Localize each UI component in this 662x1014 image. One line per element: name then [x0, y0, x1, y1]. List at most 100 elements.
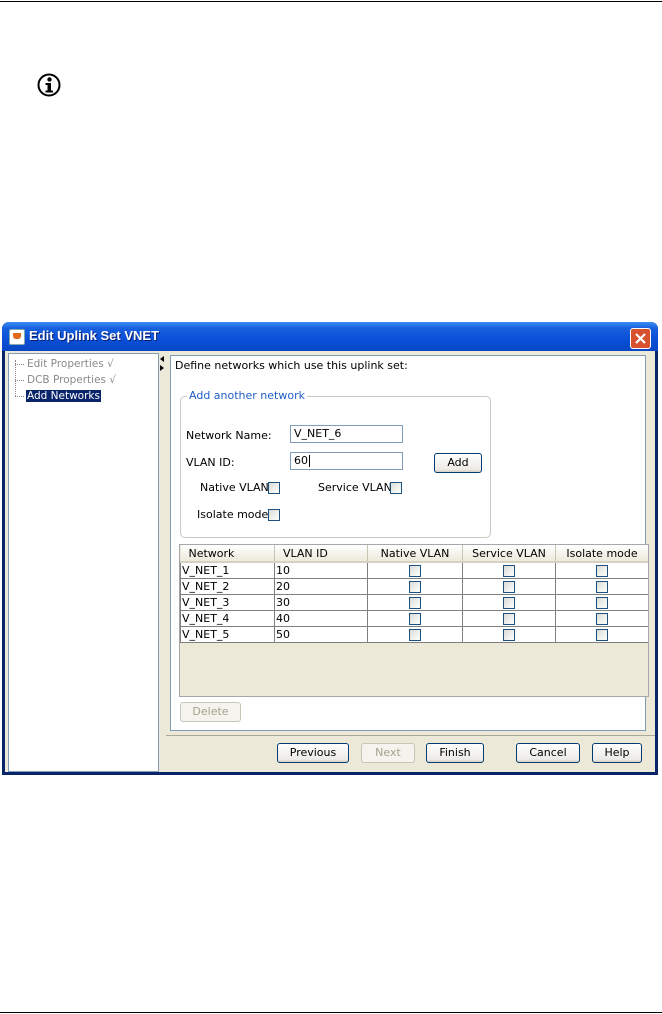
previous-button[interactable]: Previous	[277, 743, 349, 763]
nav-item-label: Add Networks	[26, 390, 101, 402]
isolate-mode-row-checkbox[interactable]	[596, 581, 608, 593]
column-header-isolate-mode[interactable]: Isolate mode	[555, 545, 648, 563]
isolate-mode-row-checkbox[interactable]	[596, 565, 608, 577]
service-vlan-row-checkbox[interactable]	[503, 629, 515, 641]
network-cell[interactable]: V_NET_2	[180, 578, 275, 595]
isolate-mode-row-checkbox[interactable]	[596, 613, 608, 625]
isolate-mode-cell[interactable]	[555, 626, 648, 643]
add-network-group: Add another network Network Name: V_NET_…	[180, 389, 491, 538]
network-cell[interactable]: V_NET_4	[180, 610, 275, 627]
table-row[interactable]: V_NET_3 30	[180, 594, 648, 611]
network-name-value: V_NET_6	[294, 427, 342, 440]
isolate-mode-cell[interactable]	[555, 561, 648, 579]
table-row[interactable]: V_NET_5 50	[180, 626, 648, 643]
native-vlan-checkbox[interactable]	[268, 482, 280, 494]
column-header-vlan-id[interactable]: VLAN ID	[274, 545, 368, 563]
help-button-label: Help	[604, 746, 630, 759]
native-vlan-cell[interactable]	[367, 626, 463, 643]
vlan-id-input[interactable]: 60	[290, 452, 403, 470]
add-button[interactable]: Add	[434, 453, 482, 473]
splitter-arrows-icon[interactable]	[160, 354, 164, 374]
isolate-mode-cell[interactable]	[555, 594, 648, 611]
help-button[interactable]: Help	[592, 743, 642, 763]
isolate-mode-label: Isolate mode:	[197, 508, 272, 521]
page-bottom-rule	[0, 1012, 662, 1013]
native-vlan-cell[interactable]	[367, 578, 463, 595]
table-header-row: Network VLAN ID Native VLAN Service VLAN…	[180, 545, 648, 563]
network-name-label: Network Name:	[186, 429, 272, 442]
service-vlan-label: Service VLAN:	[318, 481, 396, 494]
nav-item-add-networks[interactable]: Add Networks	[15, 390, 101, 404]
service-vlan-row-checkbox[interactable]	[503, 597, 515, 609]
group-title: Add another network	[187, 389, 307, 402]
service-vlan-cell[interactable]	[462, 610, 556, 627]
networks-table: Network VLAN ID Native VLAN Service VLAN…	[179, 544, 649, 697]
native-vlan-row-checkbox[interactable]	[409, 565, 421, 577]
service-vlan-row-checkbox[interactable]	[503, 581, 515, 593]
isolate-mode-checkbox[interactable]	[268, 509, 280, 521]
previous-button-label: Previous	[289, 746, 337, 759]
service-vlan-cell[interactable]	[462, 594, 556, 611]
add-button-label: Add	[447, 456, 469, 469]
dialog-body: Edit Properties √ DCB Properties √ Add N…	[5, 351, 655, 772]
nav-tree: Edit Properties √ DCB Properties √ Add N…	[8, 353, 159, 772]
button-bar-divider	[166, 735, 655, 736]
next-button-label: Next	[375, 746, 401, 759]
isolate-mode-cell[interactable]	[555, 578, 648, 595]
isolate-mode-row-checkbox[interactable]	[596, 629, 608, 641]
native-vlan-cell[interactable]	[367, 610, 463, 627]
text-caret	[309, 455, 310, 467]
service-vlan-row-checkbox[interactable]	[503, 613, 515, 625]
vlan-id-cell[interactable]: 40	[274, 610, 368, 627]
native-vlan-label: Native VLAN:	[200, 481, 273, 494]
column-header-native-vlan[interactable]: Native VLAN	[367, 545, 463, 563]
native-vlan-row-checkbox[interactable]	[409, 581, 421, 593]
close-icon	[635, 333, 646, 344]
vlan-id-label: VLAN ID:	[186, 456, 235, 469]
native-vlan-row-checkbox[interactable]	[409, 597, 421, 609]
service-vlan-cell[interactable]	[462, 578, 556, 595]
native-vlan-cell[interactable]	[367, 594, 463, 611]
table-row[interactable]: V_NET_4 40	[180, 610, 648, 627]
network-cell[interactable]: V_NET_3	[180, 594, 275, 611]
network-cell[interactable]: V_NET_1	[180, 561, 275, 579]
panel-heading: Define networks which use this uplink se…	[175, 359, 408, 372]
vlan-id-cell[interactable]: 10	[274, 561, 368, 579]
table-row[interactable]: V_NET_2 20	[180, 578, 648, 595]
isolate-mode-row-checkbox[interactable]	[596, 597, 608, 609]
nav-item-dcb-properties[interactable]: DCB Properties √	[15, 374, 117, 388]
page-top-rule	[0, 1, 662, 2]
nav-item-label: Edit Properties √	[27, 358, 114, 370]
title-bar[interactable]: Edit Uplink Set VNET	[2, 322, 658, 351]
delete-button-label: Delete	[192, 705, 229, 718]
service-vlan-row-checkbox[interactable]	[503, 565, 515, 577]
dialog-window: Edit Uplink Set VNET Edit Properties √ D…	[2, 322, 658, 775]
service-vlan-cell[interactable]	[462, 561, 556, 579]
native-vlan-row-checkbox[interactable]	[409, 613, 421, 625]
native-vlan-row-checkbox[interactable]	[409, 629, 421, 641]
next-button[interactable]: Next	[361, 743, 415, 763]
vlan-id-cell[interactable]: 20	[274, 578, 368, 595]
table-row[interactable]: V_NET_1 10	[180, 561, 648, 579]
close-button[interactable]	[630, 328, 651, 349]
content-panel: Define networks which use this uplink se…	[170, 355, 649, 731]
column-header-network[interactable]: Network	[180, 545, 275, 563]
service-vlan-checkbox[interactable]	[390, 482, 402, 494]
native-vlan-cell[interactable]	[367, 561, 463, 579]
network-name-input[interactable]: V_NET_6	[290, 425, 403, 443]
java-app-icon	[9, 329, 25, 345]
vlan-id-value: 60	[294, 454, 308, 467]
cancel-button[interactable]: Cancel	[516, 743, 580, 763]
finish-button-label: Finish	[439, 746, 471, 759]
delete-button[interactable]: Delete	[180, 702, 241, 722]
nav-item-edit-properties[interactable]: Edit Properties √	[15, 358, 115, 372]
network-cell[interactable]: V_NET_5	[180, 626, 275, 643]
nav-item-label: DCB Properties √	[27, 374, 117, 386]
column-header-service-vlan[interactable]: Service VLAN	[462, 545, 556, 563]
isolate-mode-cell[interactable]	[555, 610, 648, 627]
vlan-id-cell[interactable]: 30	[274, 594, 368, 611]
service-vlan-cell[interactable]	[462, 626, 556, 643]
vlan-id-cell[interactable]: 50	[274, 626, 368, 643]
finish-button[interactable]: Finish	[426, 743, 484, 763]
cancel-button-label: Cancel	[529, 746, 567, 759]
